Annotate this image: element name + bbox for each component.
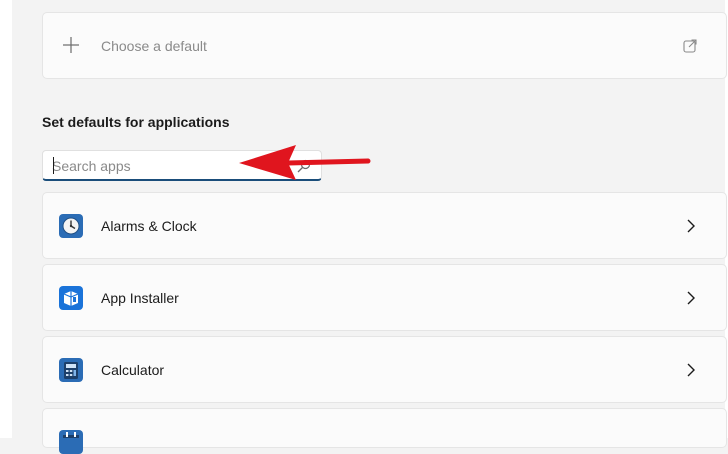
app-label: Calculator (101, 362, 165, 378)
plus-icon (63, 37, 79, 53)
chevron-right-icon (687, 219, 695, 233)
text-caret (53, 157, 54, 174)
app-installer-icon (59, 286, 83, 310)
section-title: Set defaults for applications (42, 114, 230, 130)
alarms-clock-icon (59, 214, 83, 238)
app-row-app-installer[interactable]: App Installer (42, 264, 727, 331)
window-left-edge (0, 0, 12, 438)
choose-default-card[interactable]: Choose a default (42, 12, 727, 79)
app-row-alarms-clock[interactable]: Alarms & Clock (42, 192, 727, 259)
app-row-calendar[interactable] (42, 408, 727, 454)
external-link-icon (683, 39, 697, 53)
chevron-right-icon (687, 291, 695, 305)
app-row-calculator[interactable]: Calculator (42, 336, 727, 403)
calendar-icon (59, 430, 83, 454)
choose-default-label: Choose a default (101, 38, 207, 54)
app-label: Alarms & Clock (101, 218, 197, 234)
chevron-right-icon (687, 363, 695, 377)
app-label: App Installer (101, 290, 179, 306)
red-arrow-annotation (239, 145, 371, 180)
calculator-icon (59, 358, 83, 382)
